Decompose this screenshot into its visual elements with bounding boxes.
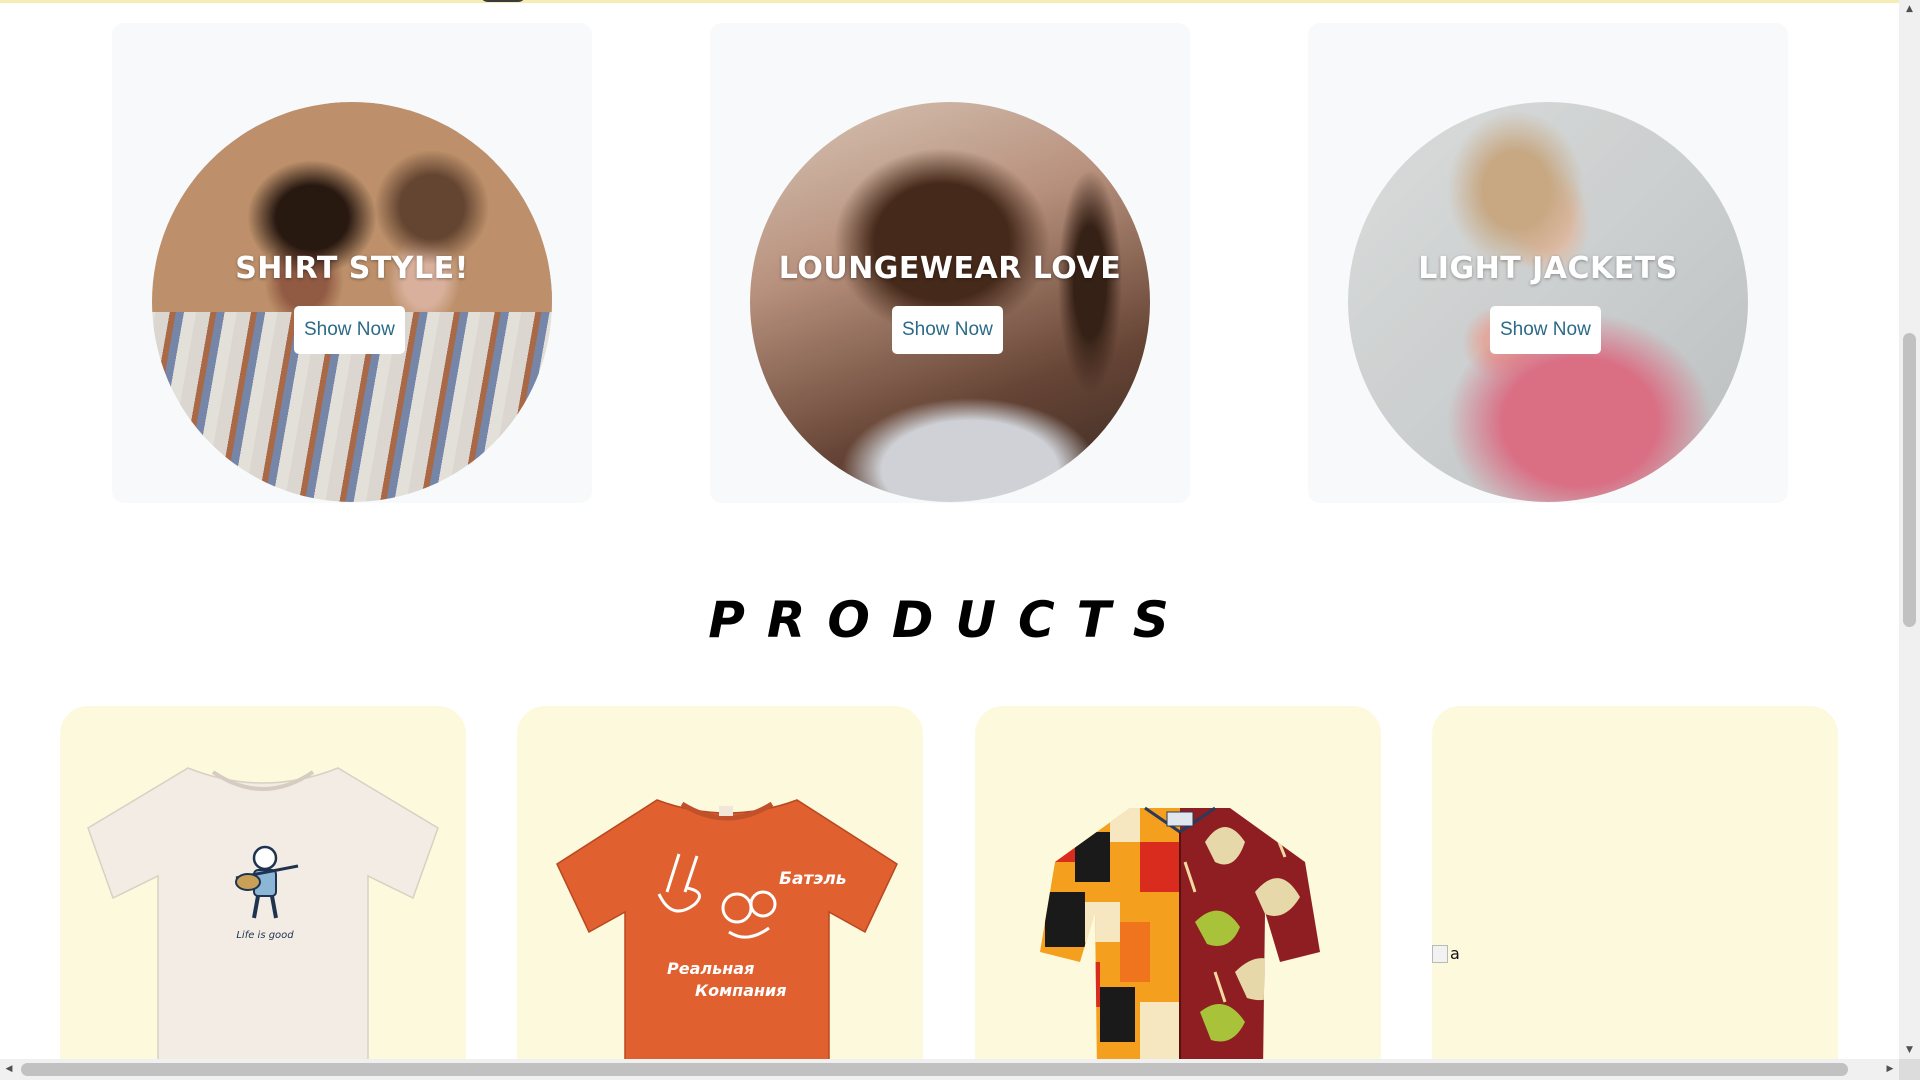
patterned-shirt-image	[1040, 806, 1320, 1059]
category-card-light-jackets: LIGHT JACKETS Show Now	[1308, 23, 1788, 503]
header-bottom-border	[0, 0, 1899, 3]
category-title: LIGHT JACKETS	[1418, 251, 1678, 286]
image-alt-text: a	[1450, 944, 1460, 963]
broken-image: a	[1432, 944, 1460, 963]
horizontal-scrollbar[interactable]: ◀ ▶	[0, 1059, 1899, 1080]
category-card-loungewear-love: LOUNGEWEAR LOVE Show Now	[710, 23, 1190, 503]
scroll-up-icon[interactable]: ▲	[1899, 0, 1920, 18]
vertical-scroll-thumb[interactable]	[1903, 333, 1916, 627]
show-now-button[interactable]: Show Now	[294, 306, 405, 354]
category-image-shirt-style	[152, 102, 552, 502]
products-heading: PRODUCTS	[708, 591, 1191, 649]
product-card[interactable]: Батэль Реальная Компания	[517, 706, 923, 1059]
tshirt-print-line1: Батэль	[779, 869, 847, 889]
vertical-scrollbar[interactable]: ▲ ▼	[1899, 0, 1920, 1059]
scroll-down-icon[interactable]: ▼	[1899, 1041, 1920, 1059]
cream-tshirt-image: Life is good	[87, 767, 439, 1059]
category-card-shirt-style: SHIRT STYLE! Show Now	[112, 23, 592, 503]
category-image-light-jackets	[1348, 102, 1748, 502]
tshirt-print-line2: Реальная	[667, 959, 754, 978]
orange-tshirt-image: Батэль Реальная Компания	[556, 799, 898, 1059]
show-now-button[interactable]: Show Now	[1490, 306, 1601, 354]
product-card[interactable]: Life is good	[60, 706, 466, 1059]
header-decoration	[480, 0, 526, 2]
product-card[interactable]	[975, 706, 1381, 1059]
scroll-left-icon[interactable]: ◀	[0, 1059, 18, 1080]
tshirt-print-text: Life is good	[236, 930, 294, 941]
category-title: SHIRT STYLE!	[235, 251, 469, 286]
horizontal-scroll-thumb[interactable]	[21, 1063, 1848, 1076]
broken-image-icon	[1432, 944, 1448, 963]
product-card[interactable]: a	[1432, 706, 1838, 1059]
category-image-loungewear-love	[750, 102, 1150, 502]
scrollbar-corner	[1899, 1059, 1920, 1080]
scroll-right-icon[interactable]: ▶	[1881, 1059, 1899, 1080]
page: SHIRT STYLE! Show Now LOUNGEWEAR LOVE Sh…	[0, 0, 1899, 1059]
tshirt-print-line3: Компания	[695, 981, 787, 1000]
show-now-button[interactable]: Show Now	[892, 306, 1003, 354]
category-title: LOUNGEWEAR LOVE	[778, 251, 1122, 286]
